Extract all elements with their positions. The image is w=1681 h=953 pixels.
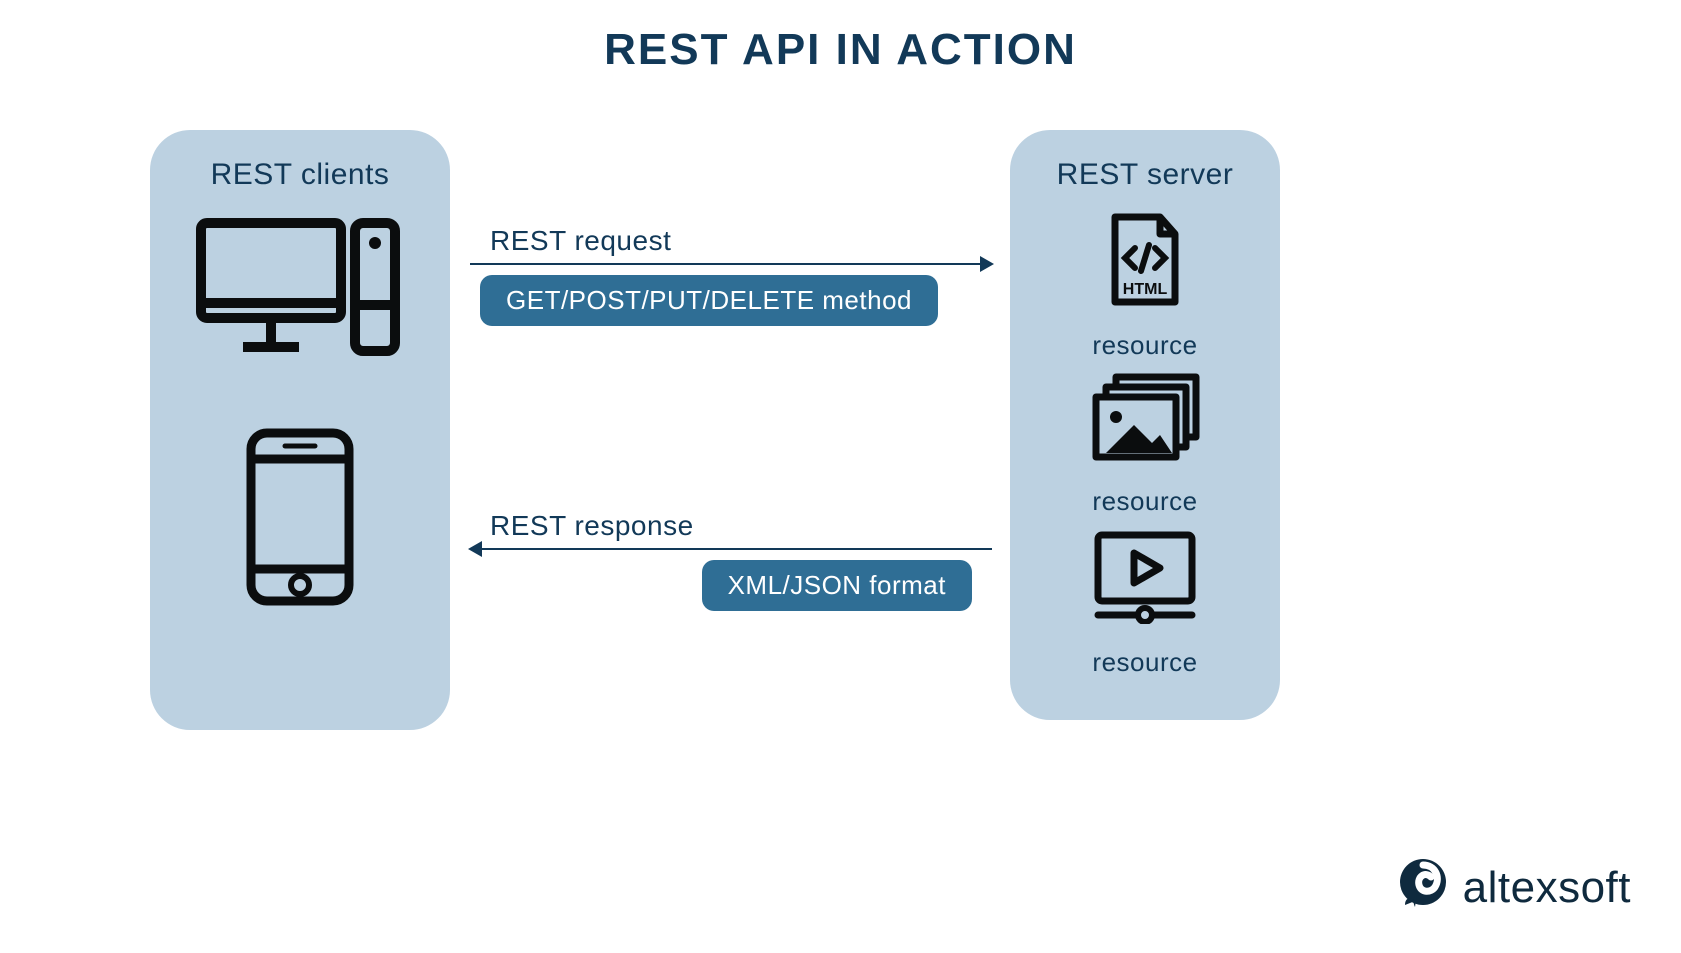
arrow-right-icon — [470, 263, 992, 265]
html-file-icon: HTML — [1105, 212, 1185, 312]
brand-name: altexsoft — [1463, 863, 1631, 913]
response-format-pill: XML/JSON format — [702, 560, 972, 611]
request-label: REST request — [470, 225, 992, 257]
smartphone-icon — [245, 427, 355, 612]
request-method-pill: GET/POST/PUT/DELETE method — [480, 275, 938, 326]
arrow-left-icon — [470, 548, 992, 550]
brand-logo: altexsoft — [1395, 857, 1631, 918]
video-icon — [1090, 529, 1200, 629]
clients-panel: REST clients — [150, 130, 450, 730]
server-title: REST server — [1010, 158, 1280, 192]
response-arrow-group: REST response XML/JSON format — [470, 510, 992, 611]
altexsoft-mark-icon — [1395, 857, 1451, 918]
request-arrow-group: REST request GET/POST/PUT/DELETE method — [470, 225, 992, 326]
clients-title: REST clients — [150, 158, 450, 192]
images-icon — [1090, 373, 1200, 468]
server-panel: REST server HTML resource — [1010, 130, 1280, 720]
resource-label-1: resource — [1092, 330, 1197, 361]
resource-label-2: resource — [1092, 486, 1197, 517]
resource-label-3: resource — [1092, 647, 1197, 678]
desktop-remote-icon — [195, 217, 405, 372]
diagram-title: REST API IN ACTION — [0, 25, 1681, 75]
response-label: REST response — [470, 510, 992, 542]
html-file-text: HTML — [1123, 281, 1168, 298]
